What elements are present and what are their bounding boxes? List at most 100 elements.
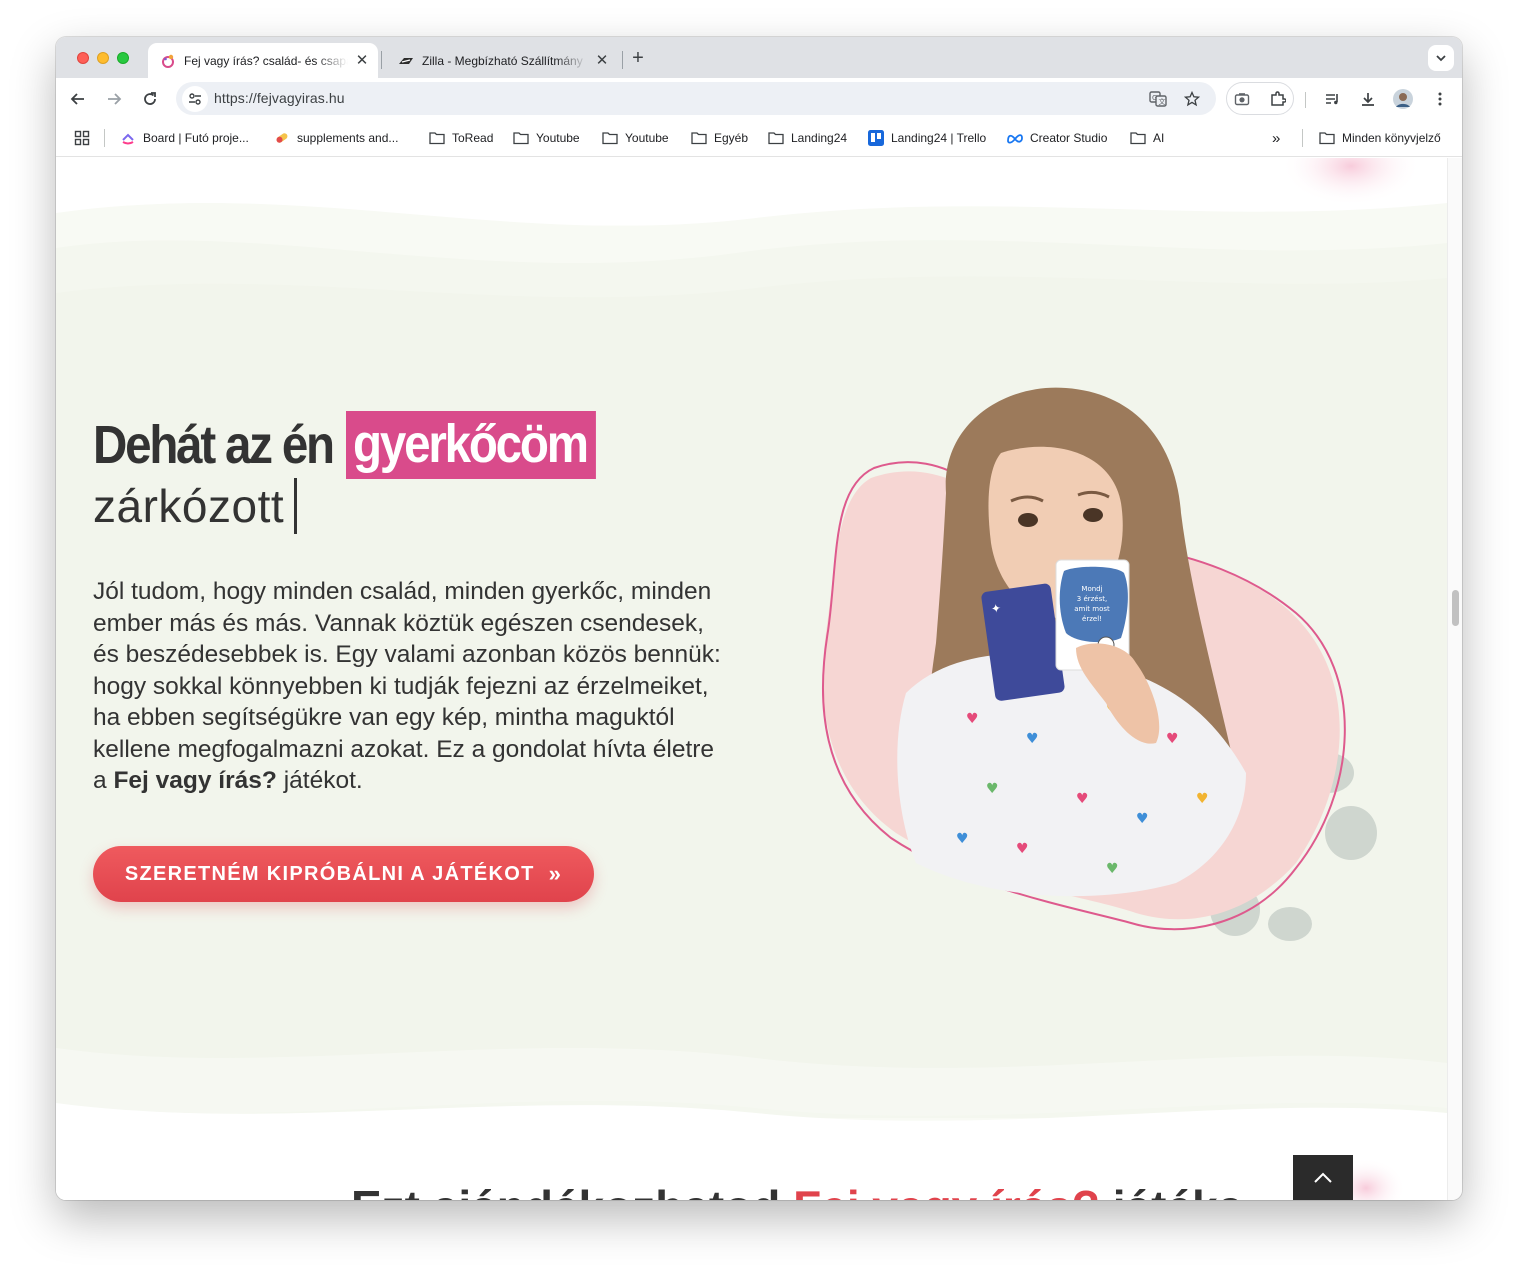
browser-toolbar: https://fejvagyiras.hu G文 <box>56 78 1462 119</box>
svg-text:✦: ✦ <box>990 601 1002 616</box>
address-bar[interactable]: https://fejvagyiras.hu G文 <box>176 82 1216 115</box>
card-line-3: amit most <box>1074 605 1110 613</box>
bookmark-board[interactable]: Board | Futó proje... <box>120 129 249 147</box>
tab-close-icon[interactable]: ✕ <box>594 52 610 69</box>
bookmark-ai[interactable]: AI <box>1130 129 1164 147</box>
minimize-window-button[interactable] <box>97 52 109 64</box>
maximize-window-button[interactable] <box>117 52 129 64</box>
paragraph-game-name: Fej vagy írás? <box>113 767 277 794</box>
tab-divider <box>381 51 382 69</box>
bookmark-label: Minden könyvjelző <box>1342 131 1441 145</box>
tab-divider <box>622 51 623 69</box>
bookmark-egyeb[interactable]: Egyéb <box>691 129 748 147</box>
new-tab-plus-icon[interactable]: + <box>627 47 649 69</box>
tab-title: Zilla - Megbízható Szállítmány <box>422 53 583 68</box>
bookmark-label: supplements and... <box>297 131 399 145</box>
tab-close-icon[interactable]: ✕ <box>354 52 370 69</box>
tab-fejvagyiras[interactable]: Fej vagy írás? család- és csapat ✕ <box>148 43 378 78</box>
svg-text:♥: ♥ <box>1016 841 1029 857</box>
tab-search-chevron-icon[interactable] <box>1428 45 1454 71</box>
bookmark-label: Board | Futó proje... <box>143 131 249 145</box>
svg-text:♥: ♥ <box>1106 861 1119 877</box>
apps-grid-icon[interactable] <box>74 129 90 147</box>
svg-text:♥: ♥ <box>1196 791 1209 807</box>
bookmark-toread[interactable]: ToRead <box>429 129 493 147</box>
headline-prefix: Dehát az én <box>93 415 335 475</box>
hero-illustration: ♥ ♥ ♥ ♥ ♥ ♥ ♥ ♥ ♥ ♥ ♥ ✦ <box>821 387 1377 941</box>
tab-strip: Fej vagy írás? család- és csapat ✕ Zilla… <box>56 37 1462 78</box>
folder-icon <box>1130 130 1146 146</box>
profile-avatar[interactable] <box>1392 88 1414 110</box>
bookmark-youtube-1[interactable]: Youtube <box>513 129 580 147</box>
svg-text:♥: ♥ <box>1166 731 1179 747</box>
close-window-button[interactable] <box>77 52 89 64</box>
hero-paragraph: Jól tudom, hogy minden család, minden gy… <box>93 576 733 797</box>
reload-icon[interactable] <box>139 88 161 110</box>
toolbar-divider <box>1305 92 1306 108</box>
hero-headline: Dehát az én gyerkőcöm zárkózott <box>93 408 629 534</box>
extensions-group <box>1226 82 1294 115</box>
svg-text:♥: ♥ <box>956 831 969 847</box>
folder-icon <box>691 130 707 146</box>
svg-text:♥: ♥ <box>1076 791 1089 807</box>
pill-icon <box>274 130 290 146</box>
card-line-2: 3 érzést, <box>1077 595 1107 603</box>
folder-icon <box>768 130 784 146</box>
bookmark-creator-studio[interactable]: Creator Studio <box>1007 129 1107 147</box>
paragraph-outro: játékot. <box>283 767 363 794</box>
bookmark-label: Youtube <box>536 131 580 145</box>
page-viewport: Dehát az én gyerkőcöm zárkózott Jól tudo… <box>56 158 1447 1200</box>
card-line-1: Mondj <box>1081 585 1102 593</box>
clickup-icon <box>120 130 136 146</box>
paragraph-intro: Jól tudom, hogy minden család, minden gy… <box>93 578 721 794</box>
next-heading-end: játéka <box>1113 1181 1243 1200</box>
next-heading-accent: Fej vagy írás? <box>793 1181 1100 1200</box>
back-to-top-button[interactable] <box>1293 1155 1353 1200</box>
bookmark-star-icon[interactable] <box>1182 89 1202 109</box>
page-scrollbar[interactable] <box>1447 158 1462 1200</box>
next-section-heading: Ezt ajándékozhatod Fej vagy írás? játéka <box>351 1180 1243 1200</box>
bookmark-youtube-2[interactable]: Youtube <box>602 129 669 147</box>
bookmarks-bar: Board | Futó proje... supplements and...… <box>56 119 1462 157</box>
meta-icon <box>1007 130 1023 146</box>
bookmark-label: Youtube <box>625 131 669 145</box>
more-menu-icon[interactable] <box>1429 88 1451 110</box>
fejvagyiras-favicon-icon <box>160 53 176 69</box>
all-bookmarks-folder[interactable]: Minden könyvjelző <box>1319 129 1441 147</box>
try-game-button[interactable]: SZERETNÉM KIPRÓBÁLNI A JÁTÉKOT » <box>93 846 594 902</box>
camera-icon[interactable] <box>1231 88 1253 110</box>
svg-text:文: 文 <box>1159 97 1166 106</box>
bookmark-label: Creator Studio <box>1030 131 1108 145</box>
bookmark-label: Landing24 | Trello <box>891 131 987 145</box>
download-icon[interactable] <box>1357 88 1379 110</box>
folder-icon <box>602 130 618 146</box>
tab-zilla[interactable]: Zilla - Megbízható Szállítmány ✕ <box>386 43 618 78</box>
folder-icon <box>513 130 529 146</box>
tab-title: Fej vagy írás? család- és csapat <box>184 53 348 68</box>
trello-icon <box>868 130 884 146</box>
typing-cursor <box>294 478 298 534</box>
extensions-puzzle-icon[interactable] <box>1267 88 1289 110</box>
bookmarks-divider <box>104 129 105 147</box>
bookmark-label: AI <box>1153 131 1165 145</box>
site-settings-icon[interactable] <box>182 86 208 112</box>
url-text[interactable]: https://fejvagyiras.hu <box>214 90 345 106</box>
back-arrow-icon[interactable] <box>67 88 89 110</box>
scrollbar-thumb[interactable] <box>1452 590 1459 626</box>
forward-arrow-icon[interactable] <box>103 88 125 110</box>
double-chevron-right-icon: » <box>548 861 563 886</box>
svg-text:♥: ♥ <box>1026 731 1039 747</box>
browser-window: Fej vagy írás? család- és csapat ✕ Zilla… <box>56 37 1462 1200</box>
bookmarks-overflow-chevron-icon[interactable]: » <box>1272 129 1280 147</box>
next-heading-start: Ezt ajándékozhatod <box>351 1181 780 1200</box>
chevron-up-icon <box>1314 1172 1332 1183</box>
translate-icon[interactable]: G文 <box>1148 89 1168 109</box>
zilla-favicon-icon <box>398 53 414 69</box>
headline-typed-word: zárkózott <box>93 480 285 532</box>
media-queue-icon[interactable] <box>1321 88 1343 110</box>
bookmark-landing24-trello[interactable]: Landing24 | Trello <box>868 129 986 147</box>
svg-text:♥: ♥ <box>966 711 979 727</box>
bookmark-landing24[interactable]: Landing24 <box>768 129 847 147</box>
bookmark-supplements[interactable]: supplements and... <box>274 129 398 147</box>
headline-highlight: gyerkőcöm <box>345 411 596 479</box>
